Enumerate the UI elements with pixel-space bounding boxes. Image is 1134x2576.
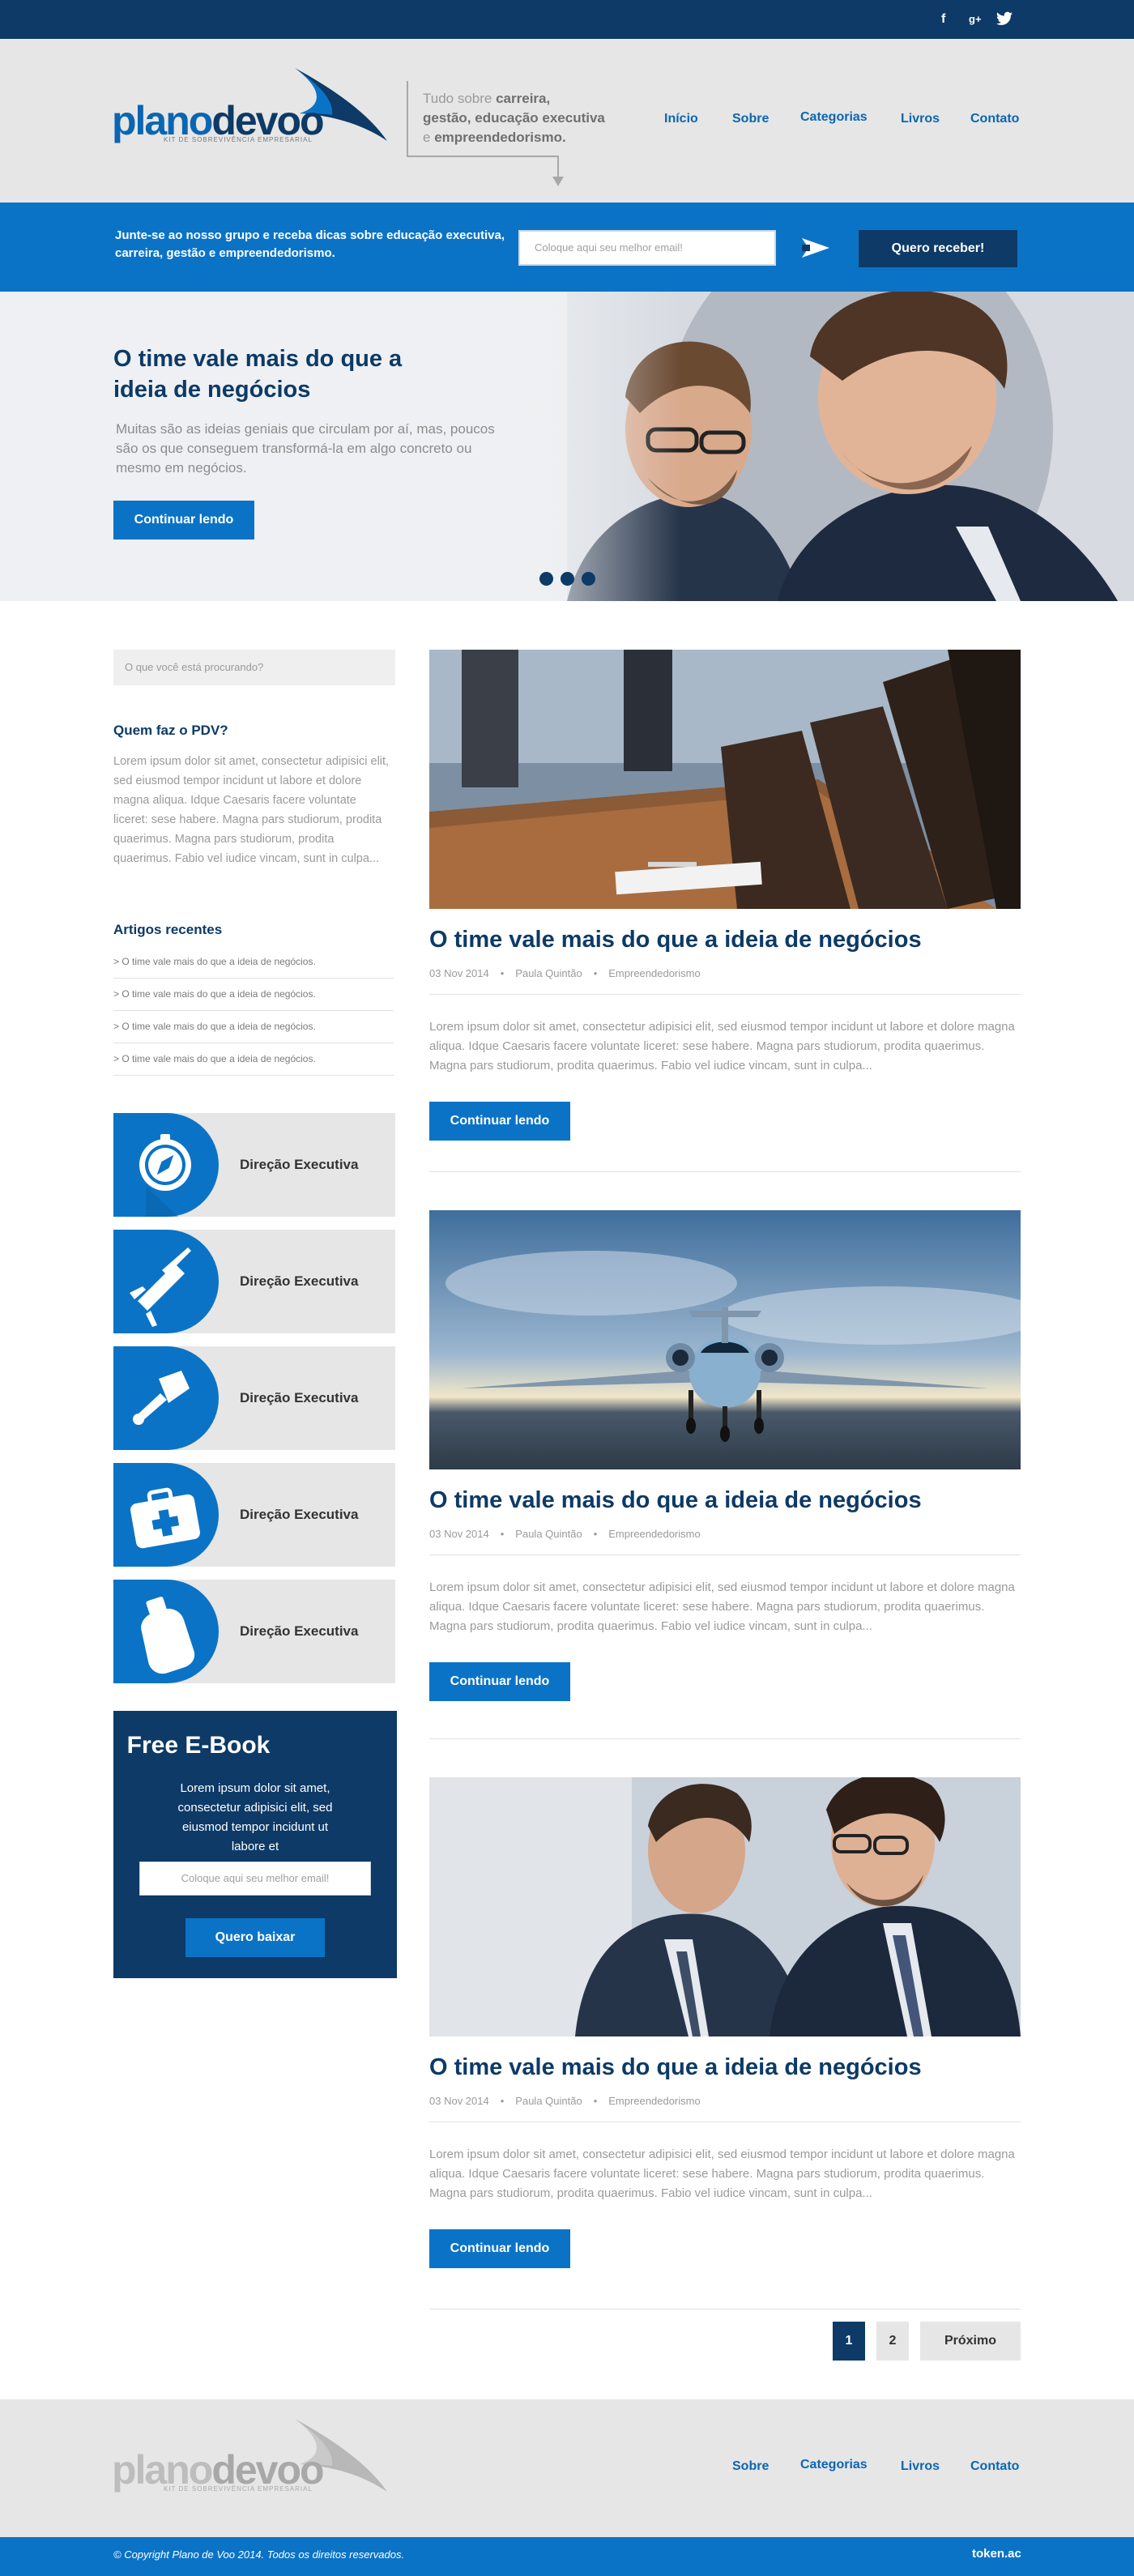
category-label: Direção Executiva (240, 1623, 359, 1639)
nav-livros[interactable]: Livros (901, 112, 940, 126)
meta-separator: • (500, 1528, 505, 1540)
recent-link[interactable]: > O time vale mais do que a ideia de neg… (113, 946, 394, 979)
meta-separator: • (500, 967, 505, 979)
hero-title: O time vale mais do que a ideia de negóc… (113, 346, 403, 403)
ebook-title: Free E-Book (126, 1732, 271, 1759)
nav-contato[interactable]: Contato (970, 112, 1019, 126)
page-1-button[interactable]: 1 (833, 2322, 865, 2361)
hero-text: Muitas são as ideias geniais que circula… (116, 421, 495, 476)
tagline: Tudo sobre carreira, gestão, educação ex… (423, 91, 605, 145)
footer-logo-subtitle: KIT DE SOBREVIVÊNCIA EMPRESARIAL (164, 2485, 313, 2493)
boardroom-photo[interactable] (429, 650, 1021, 909)
post-category[interactable]: Empreendedorismo (608, 2095, 700, 2107)
about-title: Quem faz o PDV? (113, 723, 228, 738)
post-meta: 03 Nov 2014 • Paula Quintão • Empreendedoris… (429, 1528, 1021, 1555)
post-title[interactable]: O time vale mais do que a ideia de negóc… (429, 927, 1021, 953)
post-title[interactable]: O time vale mais do que a ideia de negóc… (429, 1487, 1021, 1514)
ebook-email-input[interactable]: Coloque aqui seu melhor email! (139, 1862, 371, 1896)
facebook-icon[interactable]: f (941, 11, 945, 28)
nav-inicio[interactable]: Início (664, 112, 698, 126)
twitter-icon[interactable] (996, 11, 1013, 26)
post-excerpt: Lorem ipsum dolor sit amet, consectetur … (429, 1020, 1015, 1073)
post-meta: 03 Nov 2014 • Paula Quintão • Empreendedoris… (429, 2095, 1021, 2122)
nav-sobre[interactable]: Sobre (732, 112, 769, 126)
post-continue-button[interactable]: Continuar lendo (429, 2229, 570, 2268)
meta-separator: • (500, 2095, 505, 2107)
post-excerpt: Lorem ipsum dolor sit amet, consectetur … (429, 1580, 1015, 1633)
recent-link[interactable]: > O time vale mais do que a ideia de neg… (113, 1011, 394, 1043)
businessmen-photo[interactable] (429, 1777, 1021, 2036)
post-excerpt: Lorem ipsum dolor sit amet, consectetur … (429, 2147, 1015, 2200)
post-author[interactable]: Paula Quintão (515, 2095, 582, 2107)
post-date: 03 Nov 2014 (429, 967, 489, 979)
post-author[interactable]: Paula Quintão (515, 1528, 582, 1540)
nav-categorias[interactable]: Categorias (800, 110, 868, 125)
footer-nav-livros[interactable]: Livros (901, 2459, 940, 2474)
page: f g+ planodevoo KIT DE SOBREVIVÊNCIA EMP… (0, 0, 1134, 2576)
compass-icon (113, 1113, 219, 1217)
jet-photo[interactable] (429, 1210, 1021, 1469)
category-label: Direção Executiva (240, 1507, 359, 1522)
arrow-right-icon (802, 238, 829, 258)
meta-separator: • (593, 967, 598, 979)
category-label: Direção Executiva (240, 1273, 359, 1289)
subscribe-text: Junte-se ao nosso grupo e receba dicas s… (115, 228, 505, 260)
post-category[interactable]: Empreendedorismo (608, 967, 700, 979)
tagline-arrow-icon (552, 177, 564, 186)
recent-link[interactable]: > O time vale mais do que a ideia de neg… (113, 1043, 394, 1076)
post-title[interactable]: O time vale mais do que a ideia de negóc… (429, 2054, 1021, 2081)
flashlight-icon (113, 1346, 219, 1450)
slider-dot[interactable] (539, 572, 553, 586)
tagline-divider (407, 81, 408, 156)
footer-nav-contato[interactable]: Contato (970, 2459, 1019, 2474)
category-label: Direção Executiva (240, 1390, 359, 1405)
post-category[interactable]: Empreendedorismo (608, 1528, 700, 1540)
next-page-button[interactable]: Próximo (920, 2322, 1021, 2361)
post-meta: 03 Nov 2014 • Paula Quintão • Empreendedoris… (429, 967, 1021, 995)
search-input[interactable]: O que você está procurando? (113, 650, 395, 685)
recent-link[interactable]: > O time vale mais do que a ideia de neg… (113, 979, 394, 1011)
google-plus-icon[interactable]: g+ (969, 11, 982, 28)
post-date: 03 Nov 2014 (429, 1528, 489, 1540)
recent-title: Artigos recentes (113, 922, 223, 937)
footer-nav-categorias[interactable]: Categorias (800, 2458, 868, 2472)
about-text: Lorem ipsum dolor sit amet, consectetur … (113, 755, 390, 865)
hero-continue-button[interactable]: Continuar lendo (113, 501, 254, 540)
swiss-knife-icon (113, 1230, 219, 1333)
ebook-text: Lorem ipsum dolor sit amet, consectetur … (177, 1781, 333, 1853)
post-date: 03 Nov 2014 (429, 2095, 489, 2107)
first-aid-kit-icon (113, 1463, 219, 1567)
credit-link[interactable]: token.ac (972, 2547, 1021, 2561)
logo-subtitle: KIT DE SOBREVIVÊNCIA EMPRESARIAL (164, 136, 313, 143)
meta-separator: • (593, 2095, 598, 2107)
post-divider (429, 1171, 1021, 1172)
subscribe-email-input[interactable]: Coloque aqui seu melhor email! (518, 230, 776, 266)
tagline-divider (407, 156, 559, 157)
ebook-download-button[interactable]: Quero baixar (185, 1918, 325, 1957)
footer-nav-sobre[interactable]: Sobre (732, 2459, 769, 2474)
slider-dot[interactable] (582, 572, 595, 586)
subscribe-button[interactable]: Quero receber! (859, 230, 1017, 267)
page-2-button[interactable]: 2 (876, 2322, 909, 2361)
slider-dot[interactable] (561, 572, 574, 586)
copyright-text: © Copyright Plano de Voo 2014. Todos os … (113, 2548, 405, 2561)
meta-separator: • (593, 1528, 598, 1540)
post-continue-button[interactable]: Continuar lendo (429, 1102, 570, 1141)
post-divider (429, 1738, 1021, 1739)
category-label: Direção Executiva (240, 1157, 359, 1172)
canteen-icon (113, 1580, 219, 1683)
post-continue-button[interactable]: Continuar lendo (429, 1662, 570, 1701)
post-author[interactable]: Paula Quintão (515, 967, 582, 979)
top-bar (0, 0, 1134, 39)
